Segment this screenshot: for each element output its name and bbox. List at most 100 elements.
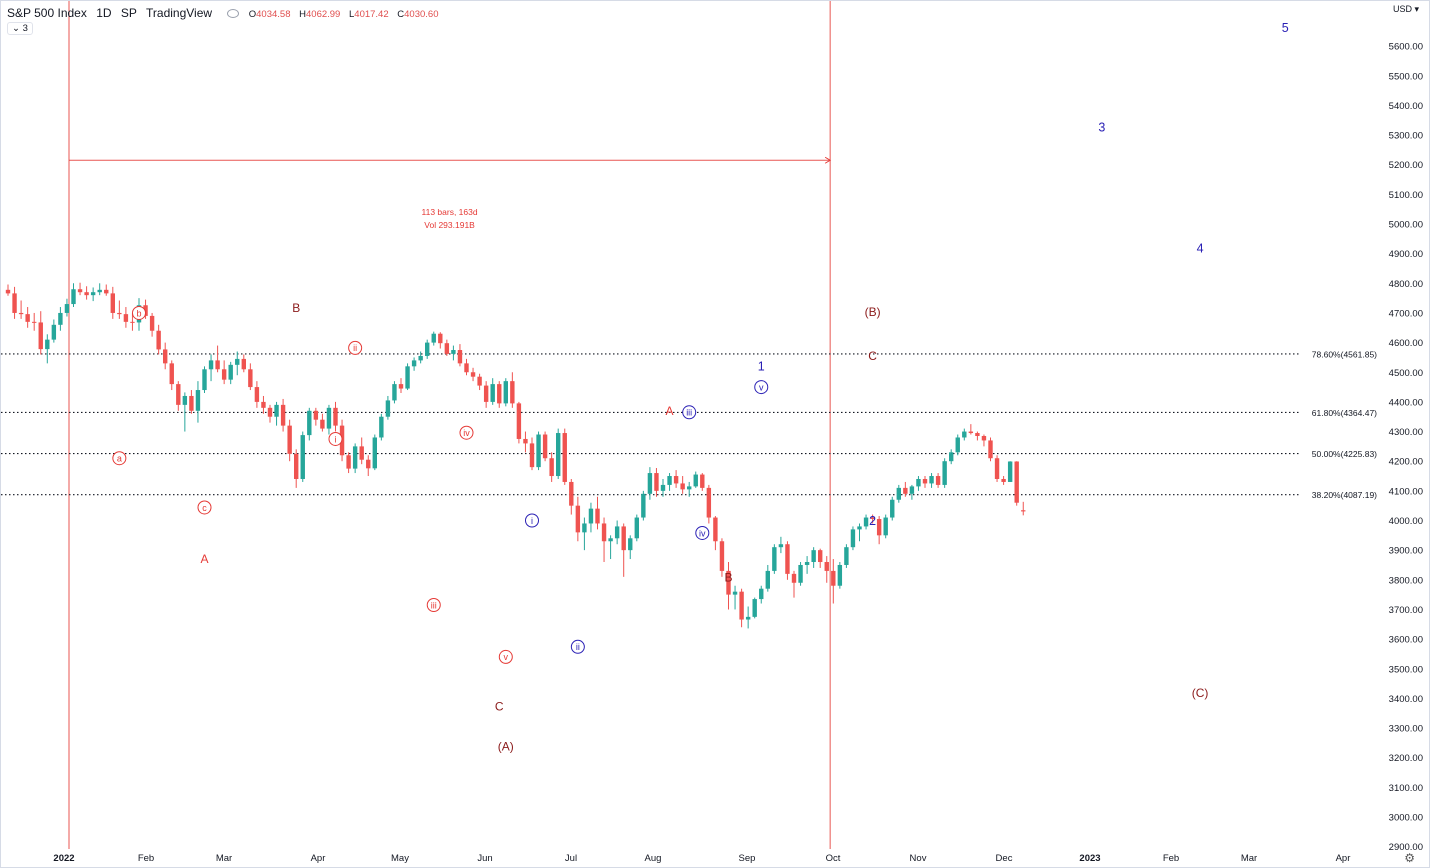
candle-body[interactable] [307, 410, 312, 436]
candle-body[interactable] [955, 437, 960, 453]
candle-body[interactable] [221, 369, 227, 380]
candle-body[interactable] [215, 360, 220, 370]
candle-body[interactable] [896, 487, 901, 500]
candle-body[interactable] [451, 350, 456, 354]
candle-body[interactable] [608, 538, 613, 542]
candle-body[interactable] [32, 321, 37, 323]
candle-body[interactable] [968, 431, 974, 434]
candle-body[interactable] [254, 387, 260, 402]
candle-body[interactable] [739, 591, 744, 620]
candle-body[interactable] [208, 360, 214, 370]
candle-body[interactable] [647, 473, 653, 494]
candle-body[interactable] [38, 322, 43, 350]
candle-body[interactable] [798, 564, 803, 583]
candle-body[interactable] [791, 573, 797, 583]
candle-body[interactable] [536, 434, 541, 468]
candle-body[interactable] [333, 407, 338, 426]
candle-body[interactable] [392, 384, 397, 401]
symbol-name[interactable]: S&P 500 Index [7, 6, 87, 20]
candle-body[interactable] [732, 591, 738, 595]
candle-body[interactable] [772, 547, 777, 571]
candle-body[interactable] [831, 570, 836, 586]
candle-body[interactable] [497, 384, 502, 404]
candle-body[interactable] [1014, 461, 1019, 503]
candle-body[interactable] [45, 339, 50, 350]
candle-body[interactable] [235, 358, 240, 365]
candle-body[interactable] [942, 461, 947, 485]
candle-body[interactable] [516, 403, 522, 439]
candle-body[interactable] [523, 438, 528, 444]
candle-body[interactable] [1007, 461, 1013, 482]
candle-body[interactable] [680, 483, 685, 490]
candle-body[interactable] [890, 499, 895, 518]
candle-body[interactable] [503, 381, 508, 404]
currency-button[interactable]: USD ▾ [1393, 4, 1419, 15]
candle-body[interactable] [267, 407, 273, 417]
candle-body[interactable] [51, 324, 57, 340]
candle-body[interactable] [818, 550, 823, 563]
candle-body[interactable] [883, 517, 888, 536]
candle-body[interactable] [719, 541, 725, 571]
candle-body[interactable] [483, 385, 489, 402]
candle-body[interactable] [359, 446, 364, 460]
candle-body[interactable] [949, 452, 954, 462]
candle-body[interactable] [876, 519, 882, 536]
candle-body[interactable] [320, 419, 325, 429]
candle-body[interactable] [785, 544, 790, 574]
candle-body[interactable] [916, 478, 921, 487]
indicators-toggle[interactable]: ⌄ 3 [7, 22, 33, 35]
candle-body[interactable] [569, 481, 574, 506]
candle-body[interactable] [182, 395, 188, 405]
candle-body[interactable] [529, 443, 535, 468]
candle-body[interactable] [431, 333, 436, 343]
candle-body[interactable] [667, 476, 672, 485]
candle-body[interactable] [123, 314, 129, 322]
candle-body[interactable] [490, 384, 495, 402]
candle-body[interactable] [981, 435, 987, 441]
candle-body[interactable] [156, 330, 161, 350]
candle-body[interactable] [5, 289, 11, 294]
candle-body[interactable] [280, 404, 286, 426]
candle-body[interactable] [294, 453, 299, 479]
candle-body[interactable] [693, 474, 698, 487]
candle-body[interactable] [595, 508, 600, 524]
candle-body[interactable] [352, 446, 358, 469]
candle-body[interactable] [470, 372, 476, 377]
candle-body[interactable] [510, 381, 515, 404]
candle-body[interactable] [163, 349, 168, 364]
candle-body[interactable] [25, 314, 30, 322]
candle-body[interactable] [117, 312, 122, 315]
candle-body[interactable] [909, 486, 915, 494]
candle-body[interactable] [149, 315, 155, 331]
candle-body[interactable] [562, 433, 567, 482]
candle-body[interactable] [654, 473, 659, 491]
candle-body[interactable] [628, 538, 633, 551]
candle-body[interactable] [575, 505, 581, 533]
candle-body[interactable] [425, 342, 430, 356]
candle-body[interactable] [64, 304, 70, 313]
candle-body[interactable] [778, 544, 784, 548]
candle-body[interactable] [903, 487, 908, 494]
candle-body[interactable] [621, 526, 626, 551]
candle-body[interactable] [287, 425, 292, 454]
candle-body[interactable] [824, 562, 829, 571]
candle-body[interactable] [477, 376, 482, 386]
candle-body[interactable] [71, 289, 76, 305]
candle-body[interactable] [248, 369, 253, 388]
candle-body[interactable] [97, 289, 102, 293]
candle-body[interactable] [176, 384, 181, 405]
candle-body[interactable] [411, 360, 417, 367]
gear-icon[interactable]: ⚙ [1404, 851, 1415, 865]
eye-icon[interactable] [227, 9, 240, 19]
candle-body[interactable] [745, 616, 751, 620]
candle-body[interactable] [804, 562, 810, 565]
interval[interactable]: 1D [96, 6, 111, 20]
candle-body[interactable] [130, 321, 135, 323]
candle-body[interactable] [104, 289, 109, 294]
candle-body[interactable] [1021, 510, 1026, 512]
candle-body[interactable] [195, 390, 201, 411]
candle-body[interactable] [582, 523, 587, 533]
candle-body[interactable] [90, 292, 96, 296]
candle-body[interactable] [811, 550, 816, 563]
candle-body[interactable] [706, 487, 712, 518]
